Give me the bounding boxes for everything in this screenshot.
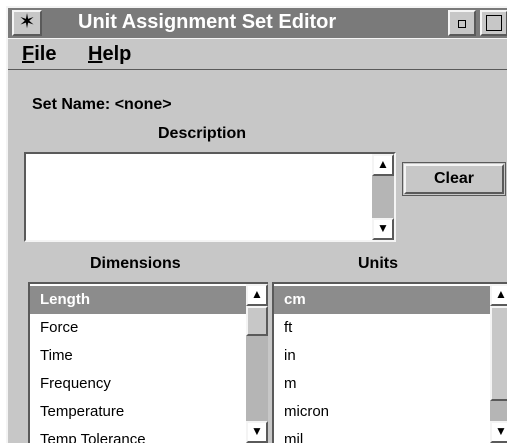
set-name-label: Set Name: <none>: [32, 96, 172, 113]
units-scroll-down-button[interactable]: ▼: [490, 421, 507, 443]
units-scroll-up-button[interactable]: ▲: [490, 284, 507, 306]
clear-button[interactable]: Clear: [402, 162, 506, 196]
description-label: Description: [158, 125, 247, 142]
minimize-button[interactable]: [448, 10, 476, 36]
units-list[interactable]: cm ft in m micron mil ▲ ▼: [272, 282, 507, 443]
dimension-item-temp-tolerance[interactable]: Temp Tolerance: [30, 426, 246, 443]
dimensions-list[interactable]: Length Force Time Frequency Temperature …: [28, 282, 268, 443]
menu-file[interactable]: File: [22, 43, 56, 66]
unit-item-m[interactable]: m: [274, 370, 490, 398]
dimension-item-temperature[interactable]: Temperature: [30, 398, 246, 426]
menu-bar: File Help: [8, 38, 507, 70]
description-textarea[interactable]: ▲ ▼: [24, 152, 396, 242]
menu-file-label: ile: [34, 43, 57, 65]
maximize-icon: [486, 15, 502, 31]
dimensions-header: Dimensions: [90, 255, 181, 272]
scroll-down-button[interactable]: ▼: [372, 218, 394, 240]
description-scrollbar[interactable]: ▲ ▼: [372, 154, 394, 240]
chevron-down-icon: ▼: [251, 424, 263, 438]
unit-assignment-window: ✶ Unit Assignment Set Editor File Help S…: [6, 6, 507, 443]
chevron-up-icon: ▲: [251, 287, 263, 301]
dimension-item-frequency[interactable]: Frequency: [30, 370, 246, 398]
menu-file-mnemonic: F: [22, 43, 35, 65]
dimensions-scroll-thumb[interactable]: [246, 306, 268, 336]
units-scroll-thumb[interactable]: [490, 306, 507, 401]
unit-item-in[interactable]: in: [274, 342, 490, 370]
dimension-item-length[interactable]: Length: [30, 286, 246, 314]
window-menu-button[interactable]: ✶: [12, 10, 42, 36]
chevron-down-icon: ▼: [377, 221, 389, 235]
menu-help-label: elp: [102, 43, 132, 65]
unit-item-micron[interactable]: micron: [274, 398, 490, 426]
chevron-up-icon: ▲: [377, 157, 389, 171]
unit-item-mil[interactable]: mil: [274, 426, 490, 443]
dimensions-scrollbar[interactable]: ▲ ▼: [246, 284, 268, 443]
maximize-button[interactable]: [480, 10, 507, 36]
window-title: Unit Assignment Set Editor: [78, 11, 337, 33]
dimensions-scroll-down-button[interactable]: ▼: [246, 421, 268, 443]
chevron-up-icon: ▲: [495, 287, 507, 301]
unit-item-ft[interactable]: ft: [274, 314, 490, 342]
chevron-down-icon: ▼: [495, 424, 507, 438]
dimension-item-force[interactable]: Force: [30, 314, 246, 342]
title-bar[interactable]: ✶ Unit Assignment Set Editor: [8, 8, 507, 38]
dimensions-scroll-up-button[interactable]: ▲: [246, 284, 268, 306]
scroll-up-button[interactable]: ▲: [372, 154, 394, 176]
unit-item-cm[interactable]: cm: [274, 286, 490, 314]
units-header: Units: [358, 255, 398, 272]
menu-help[interactable]: Help: [88, 43, 131, 66]
dimension-item-time[interactable]: Time: [30, 342, 246, 370]
sparkle-star-icon: ✶: [18, 11, 36, 33]
menu-help-mnemonic: H: [88, 43, 103, 65]
minimize-icon: [458, 20, 466, 28]
units-scrollbar[interactable]: ▲ ▼: [490, 284, 507, 443]
